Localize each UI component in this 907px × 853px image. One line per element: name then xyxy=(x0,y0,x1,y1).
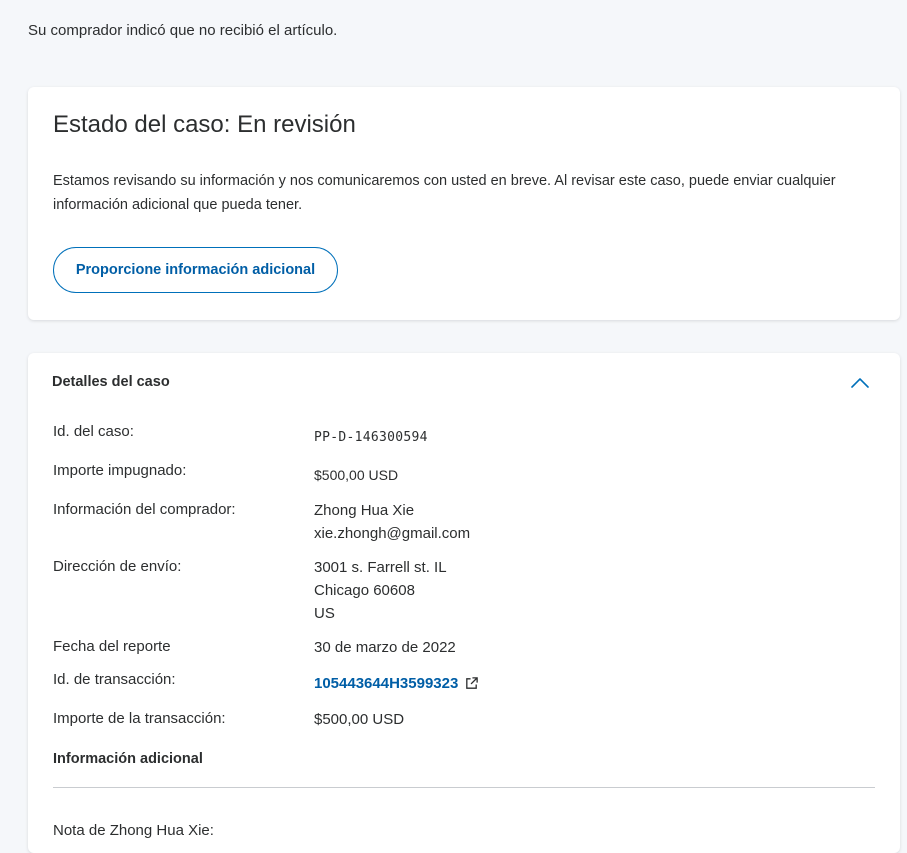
chevron-up-icon[interactable] xyxy=(848,373,872,393)
address-line1: 3001 s. Farrell st. IL xyxy=(314,559,447,576)
additional-info-heading: Información adicional xyxy=(53,751,203,767)
case-id-value: PP-D-146300594 xyxy=(314,430,428,445)
report-date-value: 30 de marzo de 2022 xyxy=(314,639,456,656)
external-link-icon[interactable] xyxy=(464,676,479,691)
transaction-id-value[interactable]: 105443644H3599323 xyxy=(314,672,458,695)
buyer-note-label: Nota de Zhong Hua Xie: xyxy=(53,822,214,839)
address-line3: US xyxy=(314,605,335,622)
buyer-info-value: Zhong Hua Xie xie.zhongh@gmail.com xyxy=(314,499,470,545)
shipping-address-label: Dirección de envío: xyxy=(53,558,182,575)
transaction-amount-label: Importe de la transacción: xyxy=(53,710,226,727)
case-status-description: Estamos revisando su información y nos c… xyxy=(53,173,836,213)
transaction-id-link[interactable]: 105443644H3599323 xyxy=(314,672,479,695)
address-line2: Chicago 60608 xyxy=(314,582,415,599)
case-details-title: Detalles del caso xyxy=(52,374,170,390)
transaction-id-label: Id. de transacción: xyxy=(53,671,176,688)
transaction-amount-value: $500,00 USD xyxy=(314,711,405,728)
buyer-info-label: Información del comprador: xyxy=(53,501,236,518)
report-date-label: Fecha del reporte xyxy=(53,638,171,655)
buyer-name: Zhong Hua Xie xyxy=(314,502,415,519)
disputed-amount-label: Importe impugnado: xyxy=(53,462,187,479)
case-details-card: Detalles del caso Id. del caso: PP-D-146… xyxy=(28,353,900,853)
buyer-claim-text: Su comprador indicó que no recibió el ar… xyxy=(28,22,338,39)
buyer-email: xie.zhongh@gmail.com xyxy=(314,525,471,542)
case-status-title: Estado del caso: En revisión xyxy=(53,111,356,138)
case-id-label: Id. del caso: xyxy=(53,423,134,440)
provide-additional-info-button[interactable]: Proporcione información adicional xyxy=(53,247,338,293)
disputed-amount-value: $500,00 USD xyxy=(314,467,399,483)
case-status-card: Estado del caso: En revisión Estamos rev… xyxy=(28,87,900,320)
shipping-address-value: 3001 s. Farrell st. IL Chicago 60608 US xyxy=(314,556,447,625)
divider xyxy=(53,787,875,788)
